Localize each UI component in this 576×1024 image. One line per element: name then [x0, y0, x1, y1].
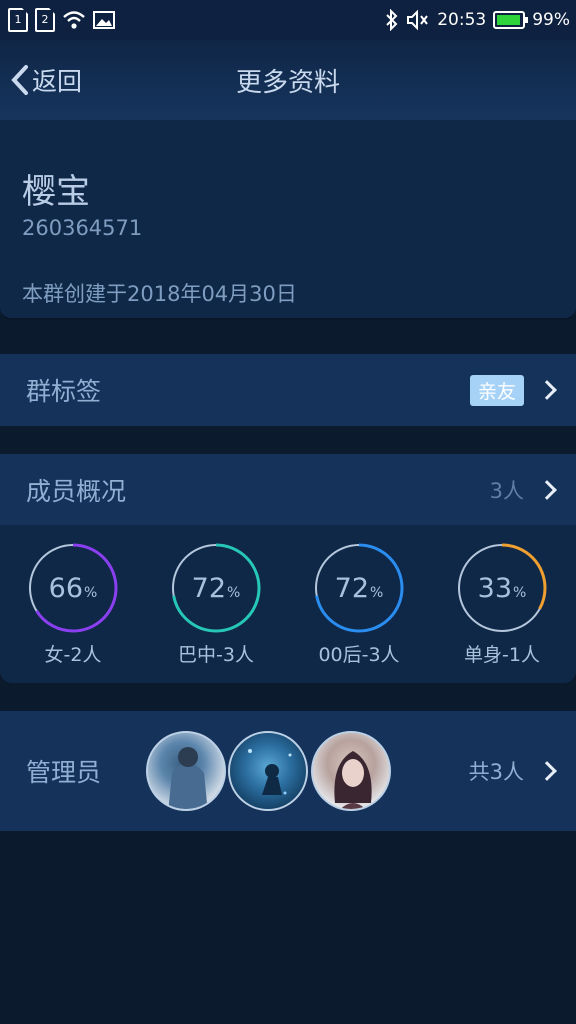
- stat-value: 72: [334, 572, 370, 604]
- stat-value: 66: [48, 572, 84, 604]
- wifi-icon: [63, 11, 85, 29]
- stat-ring: 33%: [456, 542, 548, 634]
- stat-location: 72% 巴中-3人: [156, 542, 276, 667]
- stat-ring: 72%: [170, 542, 262, 634]
- bluetooth-icon: [386, 9, 398, 31]
- admin-avatar[interactable]: [146, 731, 226, 811]
- sim1-icon: 1: [8, 8, 28, 32]
- admin-avatar[interactable]: [228, 731, 308, 811]
- stat-age: 72% 00后-3人: [299, 542, 419, 667]
- group-tags-label: 群标签: [26, 377, 102, 406]
- avatar-image: [334, 751, 372, 809]
- avatar-image: [168, 747, 208, 809]
- stat-unit: %: [370, 585, 384, 601]
- group-info-card: 樱宝 260364571 本群创建于2018年04月30日: [0, 120, 576, 320]
- chevron-right-icon: [537, 479, 557, 500]
- status-bar: 1 2 20:53 99%: [0, 0, 576, 40]
- admins-label: 管理员: [26, 758, 102, 787]
- status-time: 20:53: [437, 10, 487, 30]
- admins-count: 共3人: [468, 760, 524, 784]
- battery-icon: [493, 11, 529, 29]
- stat-value: 33: [477, 572, 513, 604]
- mute-icon: [407, 9, 429, 31]
- stat-unit: %: [227, 585, 241, 601]
- page-title: 更多资料: [235, 68, 340, 98]
- chevron-right-icon: [537, 380, 557, 400]
- tag-badge: 亲友: [469, 374, 524, 406]
- battery-percent: 99%: [532, 10, 570, 30]
- stat-label: 00后-3人: [318, 644, 400, 666]
- stat-label: 女-2人: [44, 644, 102, 666]
- sim2-icon: 2: [35, 8, 55, 32]
- stat-gender: 66% 女-2人: [13, 542, 133, 667]
- status-left: 1 2: [8, 8, 115, 32]
- status-right: 20:53 99%: [385, 9, 570, 31]
- members-count: 3人: [489, 478, 524, 503]
- members-overview-row[interactable]: 成员概况 3人: [0, 454, 576, 525]
- stat-relationship: 33% 单身-1人: [442, 542, 562, 667]
- chevron-right-icon: [537, 761, 557, 781]
- group-name: 樱宝: [22, 172, 90, 212]
- group-id: 260364571: [22, 216, 143, 240]
- stat-label: 单身-1人: [464, 644, 540, 666]
- image-icon: [93, 11, 115, 29]
- stat-ring: 66%: [27, 542, 119, 634]
- admins-row[interactable]: 管理员 共3人: [0, 711, 576, 831]
- stat-unit: %: [513, 585, 527, 601]
- member-stats-panel: 66% 女-2人 72% 巴中-3人 72% 00后-3人 33 % 单身-1人: [0, 525, 576, 683]
- avatar-image: [248, 749, 292, 795]
- group-tags-row[interactable]: 群标签 亲友: [0, 354, 576, 426]
- stat-label: 巴中-3人: [178, 644, 254, 666]
- stat-unit: %: [84, 585, 98, 601]
- stat-ring: 72%: [313, 542, 405, 634]
- members-overview-label: 成员概况: [26, 476, 127, 506]
- stat-value: 72: [191, 572, 227, 604]
- nav-bar: 返回 更多资料: [0, 40, 576, 120]
- group-created-date: 本群创建于2018年04月30日: [22, 282, 297, 306]
- admin-avatar[interactable]: [311, 731, 391, 811]
